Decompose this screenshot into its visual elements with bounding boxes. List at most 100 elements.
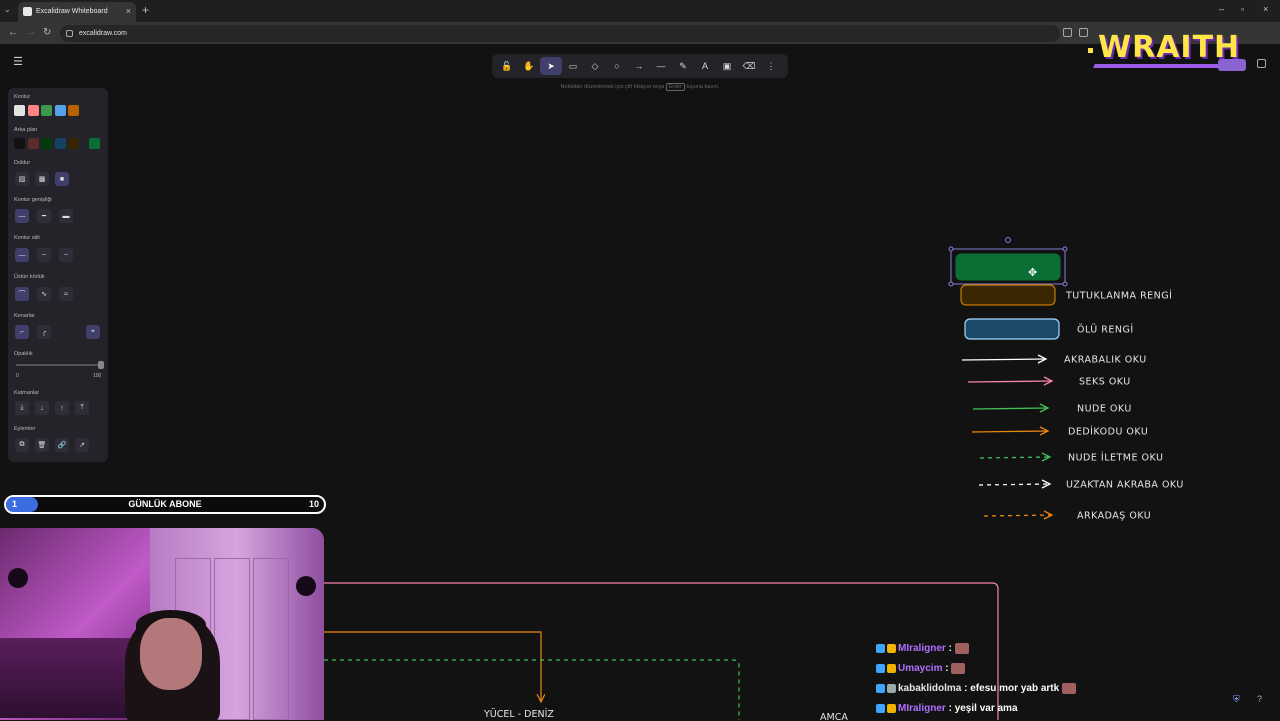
sloppiness-architect-button[interactable]: ⌒: [15, 287, 29, 301]
background-color-swatch[interactable]: [27, 138, 39, 149]
arrow-tool-icon[interactable]: →: [628, 57, 650, 75]
actions-label: Eylemler: [14, 426, 36, 432]
browser-tab[interactable]: Excalidraw Whiteboard ×: [18, 2, 136, 22]
stroke-color-swatch[interactable]: [68, 105, 79, 116]
stroke-label: Kontur: [14, 94, 31, 100]
send-backward-icon[interactable]: ↓: [35, 401, 49, 415]
role-badge-icon: [887, 664, 896, 673]
edges-sharp-button[interactable]: ⌐: [15, 325, 29, 339]
edit-arrowhead-button[interactable]: ⌖: [86, 325, 100, 339]
opacity-slider-thumb[interactable]: [98, 361, 104, 369]
create-flowchart-icon[interactable]: ↗: [75, 438, 89, 452]
background-color-swatch[interactable]: [41, 138, 52, 149]
background-color-swatch[interactable]: [54, 138, 66, 149]
diamond-tool-icon[interactable]: ◇: [584, 57, 606, 75]
link-icon[interactable]: 🔗: [55, 438, 69, 452]
stroke-solid-button[interactable]: —: [15, 248, 29, 262]
tab-title: Excalidraw Whiteboard: [36, 8, 108, 15]
site-info-icon[interactable]: [66, 30, 73, 37]
maximize-button[interactable]: ▫: [1241, 4, 1244, 14]
webcam-overlay: [0, 528, 324, 720]
draw-tool-icon[interactable]: ✎: [672, 57, 694, 75]
sloppiness-cartoonist-button[interactable]: ≈: [59, 287, 73, 301]
url-text: excalidraw.com: [79, 30, 127, 37]
subscriber-goal-bar: 1 GÜNLÜK ABONE 10: [4, 495, 326, 514]
stroke-extra-bold-button[interactable]: ▬: [59, 209, 73, 223]
layers-label: Katmanlar: [14, 390, 40, 396]
stroke-width-label: Kontur genişliği: [14, 197, 52, 203]
opacity-slider[interactable]: [16, 361, 104, 369]
properties-panel: Kontur Arka plan Doldur ▨ ▩ ■ Kontur gen…: [8, 88, 108, 462]
eraser-tool-icon[interactable]: ⌫: [738, 57, 760, 75]
fill-hachure-button[interactable]: ▨: [15, 172, 29, 186]
minimize-button[interactable]: –: [1219, 4, 1224, 14]
delete-icon[interactable]: 🗑: [35, 438, 49, 452]
stroke-bold-button[interactable]: ━: [37, 209, 51, 223]
text-tool-icon[interactable]: A: [694, 57, 716, 75]
forward-icon[interactable]: →: [26, 27, 36, 38]
close-window-button[interactable]: ×: [1263, 4, 1268, 14]
streamer-logo: WRAITH: [1088, 28, 1248, 76]
edges-round-button[interactable]: ╭: [37, 325, 51, 339]
background-color-swatch[interactable]: [14, 138, 25, 149]
stroke-color-swatch[interactable]: [27, 105, 39, 116]
stroke-color-swatch[interactable]: [54, 105, 66, 116]
duplicate-icon[interactable]: ⧉: [15, 438, 29, 452]
rectangle-tool-icon[interactable]: ▭: [562, 57, 584, 75]
chat-emote-icon: [951, 663, 966, 674]
shield-icon[interactable]: ⛨: [1233, 694, 1240, 705]
chat-username[interactable]: kabaklidolma: [898, 683, 961, 694]
chat-message: Umaycim :: [876, 663, 966, 681]
sidebar-toggle-icon[interactable]: [1257, 59, 1266, 68]
sloppiness-artist-button[interactable]: ∿: [37, 287, 51, 301]
ellipse-tool-icon[interactable]: ○: [606, 57, 628, 75]
background-color-swatch[interactable]: [89, 138, 100, 149]
stroke-dashed-button[interactable]: ┄: [37, 248, 51, 262]
shapes-toolbar: 🔓 ✋ ➤ ▭ ◇ ○ → — ✎ A ▣ ⌫ ⋮: [492, 54, 788, 78]
send-to-back-icon[interactable]: ⤓: [15, 401, 29, 415]
help-icon[interactable]: ?: [1257, 694, 1262, 704]
image-tool-icon[interactable]: ▣: [716, 57, 738, 75]
translate-icon[interactable]: [1063, 28, 1072, 37]
selection-tool-icon[interactable]: ➤: [540, 57, 562, 75]
stroke-thin-button[interactable]: —: [15, 209, 29, 223]
stroke-dotted-button[interactable]: ┈: [59, 248, 73, 262]
install-app-icon[interactable]: [1079, 28, 1088, 37]
main-menu-icon[interactable]: ☰: [10, 55, 26, 71]
chat-username[interactable]: MIraligner: [898, 703, 946, 714]
reload-icon[interactable]: ↻: [43, 27, 51, 38]
fill-label: Doldur: [14, 160, 31, 166]
role-badge-icon: [887, 644, 896, 653]
chat-username[interactable]: Umaycim: [898, 663, 942, 674]
role-badge-icon: [887, 703, 896, 713]
subscriber-goal-target: 10: [308, 499, 319, 509]
lock-tool-icon[interactable]: 🔓: [496, 57, 518, 75]
hand-tool-icon[interactable]: ✋: [518, 57, 540, 75]
bring-forward-icon[interactable]: ↑: [55, 401, 69, 415]
line-tool-icon[interactable]: —: [650, 57, 672, 75]
browser-tab-bar: ⌄ Excalidraw Whiteboard × + – ▫ ×: [0, 0, 1280, 22]
chat-message: MIraligner :: [876, 643, 969, 661]
back-icon[interactable]: ←: [8, 27, 18, 38]
background-label: Arka plan: [14, 127, 38, 133]
url-field[interactable]: excalidraw.com: [60, 25, 1060, 42]
fill-crosshatch-button[interactable]: ▩: [35, 172, 49, 186]
fill-solid-button[interactable]: ■: [55, 172, 69, 186]
stroke-color-swatch[interactable]: [41, 105, 52, 116]
chat-emote-icon: [1061, 683, 1076, 694]
new-tab-button[interactable]: +: [142, 3, 149, 17]
chat-username[interactable]: MIraligner: [898, 643, 946, 654]
opacity-max: 100: [93, 373, 102, 379]
stroke-color-swatch[interactable]: [14, 105, 25, 116]
chat-emote-icon: [954, 643, 969, 654]
tab-close-icon[interactable]: ×: [126, 6, 131, 16]
subscriber-badge-icon: [876, 703, 885, 713]
opacity-label: Opaklık: [14, 351, 33, 357]
tab-search-icon[interactable]: ⌄: [4, 5, 11, 14]
subscriber-badge-icon: [876, 684, 885, 693]
more-tool-icon[interactable]: ⋮: [760, 57, 782, 75]
chat-message: kabaklidolma : efesu mor yab artk: [876, 683, 1076, 701]
background-color-swatch[interactable]: [68, 138, 79, 149]
stroke-style-label: Kontur stili: [14, 235, 40, 241]
bring-to-front-icon[interactable]: ⤒: [75, 401, 89, 415]
